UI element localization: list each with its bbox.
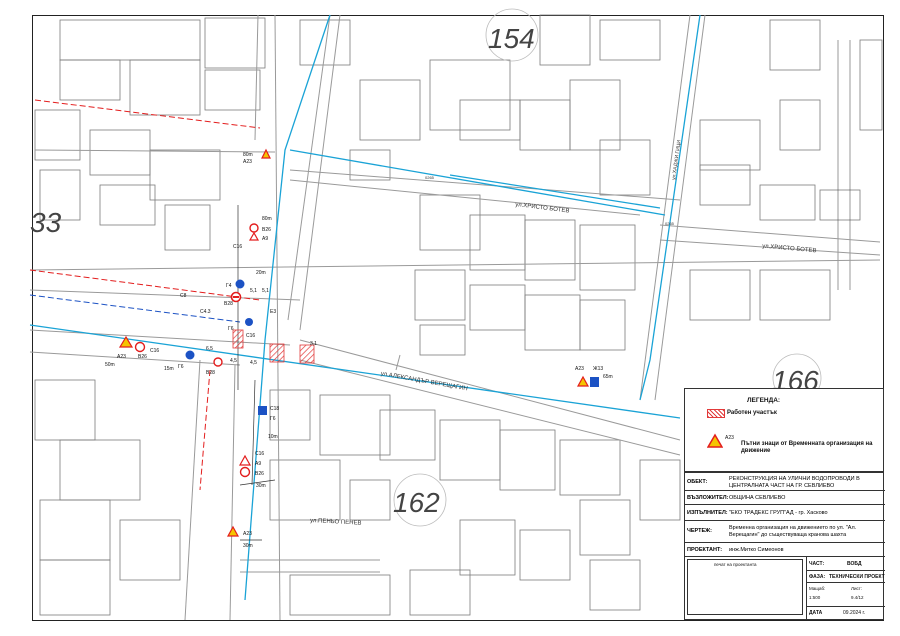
cell-faza: ФАЗА: ТЕХНИЧЕСКИ ПРОЕКТ: [807, 571, 885, 583]
label-c16-left: C16: [150, 348, 159, 354]
list-value: 9.4/12: [851, 595, 864, 600]
chertezh-value: Временна организация на движението по ул…: [729, 525, 857, 538]
label-80m-b: 80m: [262, 216, 272, 222]
street-hristo-botev-east: ул.ХРИСТО БОТЕВ: [762, 244, 817, 255]
label-v26: B26: [262, 227, 271, 233]
sign-right-cluster: A23 Ж13 65m: [575, 366, 613, 387]
label-c8: C8: [180, 293, 187, 299]
mashtab-label: Мащаб:: [809, 586, 826, 591]
label-15m: 15m: [164, 366, 174, 372]
stamp-label: печат на проектанта: [714, 562, 757, 567]
red-dashed-lines: [29, 99, 261, 491]
label-20m: 20m: [256, 270, 266, 276]
faza-label: ФАЗА:: [809, 574, 826, 580]
label-a23-bottom: A23: [243, 531, 252, 537]
legend-title: ЛЕГЕНДА:: [747, 397, 781, 404]
chast-label: ЧАСТ:: [809, 561, 825, 567]
list-label: Лист:: [851, 586, 863, 591]
stamp-box: печат на проектанта: [687, 559, 803, 615]
label-a23-left: A23: [117, 354, 126, 360]
cell-scale-sheet: Мащаб: 1:500 Лист: 9.4/12: [807, 583, 885, 607]
vazlozhitel-value: ОБЩИНА СЕВЛИЕВО: [729, 495, 786, 501]
label-d45b: 4,5: [250, 360, 257, 366]
label-zh13: Ж13: [593, 366, 603, 372]
date-value: 09.2024 г.: [843, 610, 866, 616]
street-vereshchagin: ул.АЛЕКСАНДЪР ВЕРЕЩАГИН: [380, 371, 468, 392]
mashtab-value: 1:500: [809, 595, 821, 600]
label-a23-right: A23: [575, 366, 584, 372]
legend-box: ЛЕГЕНДА: Работен участък A23 Пътни знаци…: [684, 388, 884, 472]
sign-left-cluster: A23 B26 C16 50m Г6 15m B28: [105, 335, 223, 376]
row-chertezh: ЧЕРТЕЖ: Временна организация на движение…: [685, 521, 885, 543]
label-d45: 4,5: [230, 358, 237, 364]
label-80m-top: 80m: [243, 152, 253, 158]
label-30m: 30m: [256, 483, 266, 489]
proektant-label: ПРОЕКТАНТ:: [687, 547, 723, 553]
block-162-label: 162: [393, 487, 440, 518]
work-area-swatch: [707, 409, 725, 418]
izpalnitel-label: ИЗПЪЛНИТЕЛ:: [687, 510, 728, 516]
row-vazlozhitel: ВЪЗЛОЖИТЕЛ: ОБЩИНА СЕВЛИЕВО: [685, 491, 885, 505]
legend-work-area: Работен участък: [727, 410, 777, 416]
label-d51: 5,1: [250, 288, 257, 294]
legend-sign-code: A23: [725, 435, 734, 441]
label-0265-b: 0265: [665, 221, 675, 226]
label-65m: 65m: [603, 374, 613, 380]
label-30m-b: 30m: [243, 543, 253, 549]
chast-value: ВОБД: [847, 561, 862, 567]
label-c16-low: C16: [255, 451, 264, 457]
row-obekt: ОБЕКТ: РЕКОНСТРУКЦИЯ НА УЛИЧНИ ВОДОПРОВО…: [685, 473, 885, 491]
legend-road-signs: Пътни знаци от Временната организация на…: [741, 441, 873, 454]
street-hristo-botev: ул.ХРИСТО БОТЕВ: [515, 202, 570, 215]
faza-value: ТЕХНИЧЕСКИ ПРОЕКТ: [829, 574, 885, 580]
label-g6-c: Г6: [270, 416, 276, 422]
label-v28: B28: [224, 301, 233, 307]
cell-date: ДАТА 09.2024 г.: [807, 607, 885, 619]
obekt-label: ОБЕКТ:: [687, 479, 708, 485]
black-route-lines: [237, 205, 276, 541]
label-d31: 3,1: [310, 341, 317, 347]
proektant-value: инж.Митко Симеонов: [729, 547, 784, 553]
row-proektant: ПРОЕКТАНТ: инж.Митко Симеонов: [685, 543, 885, 557]
label-c16-top: C16: [233, 244, 242, 250]
sign-g4: Г4 B28 5,1 5,1: [224, 279, 269, 307]
block-33-label: 33: [30, 207, 62, 238]
chertezh-label: ЧЕРТЕЖ:: [687, 528, 712, 534]
izpalnitel-value: "ЕКО ТРАДЕКС ГРУП"АД - гр. Хасково: [729, 510, 828, 516]
sign-cluster-center: C8 C4.3 Г6 C16 E3 4,5 4,5 6,5 3,1: [180, 293, 317, 366]
label-c18: C18: [270, 406, 279, 412]
vazlozhitel-label: ВЪЗЛОЖИТЕЛ:: [687, 495, 729, 501]
sign-a9-v26-upper: 80m B26 A9 C16: [233, 216, 272, 250]
label-d65: 6,5: [206, 346, 213, 352]
label-v28-b: B28: [206, 370, 215, 376]
title-block: ОБЕКТ: РЕКОНСТРУКЦИЯ НА УЛИЧНИ ВОДОПРОВО…: [684, 472, 885, 620]
label-g6: Г6: [228, 326, 234, 332]
cell-chast: ЧАСТ: ВОБД: [807, 557, 885, 571]
label-v26-left: B26: [138, 354, 147, 360]
stamp-area: печат на проектанта: [685, 557, 807, 619]
date-label: ДАТА: [809, 610, 823, 616]
row-izpalnitel: ИЗПЪЛНИТЕЛ: "ЕКО ТРАДЕКС ГРУП"АД - гр. Х…: [685, 505, 885, 521]
label-c43: C4.3: [200, 309, 211, 315]
label-d51b: 5,1: [262, 288, 269, 294]
block-154-label: 154: [488, 23, 535, 54]
label-a9: A9: [262, 236, 268, 242]
label-50m: 50m: [105, 362, 115, 368]
label-g4: Г4: [226, 283, 232, 289]
label-g6-b: Г6: [178, 364, 184, 370]
label-a9-low: A9: [255, 461, 261, 467]
legend-sign-icon: [707, 433, 723, 448]
label-0265-a: 0265: [425, 175, 435, 180]
label-e3: E3: [270, 309, 276, 315]
street-penev: ул.ПЕНЬО ПЕНЕВ: [310, 518, 362, 527]
label-c16-mid: C16: [246, 333, 255, 339]
label-v26-low: B26: [255, 471, 264, 477]
label-a23-top: A23: [243, 159, 252, 165]
obekt-value: РЕКОНСТРУКЦИЯ НА УЛИЧНИ ВОДОПРОВОДИ В ЦЕ…: [729, 476, 860, 489]
label-10m: 10m: [268, 434, 278, 440]
